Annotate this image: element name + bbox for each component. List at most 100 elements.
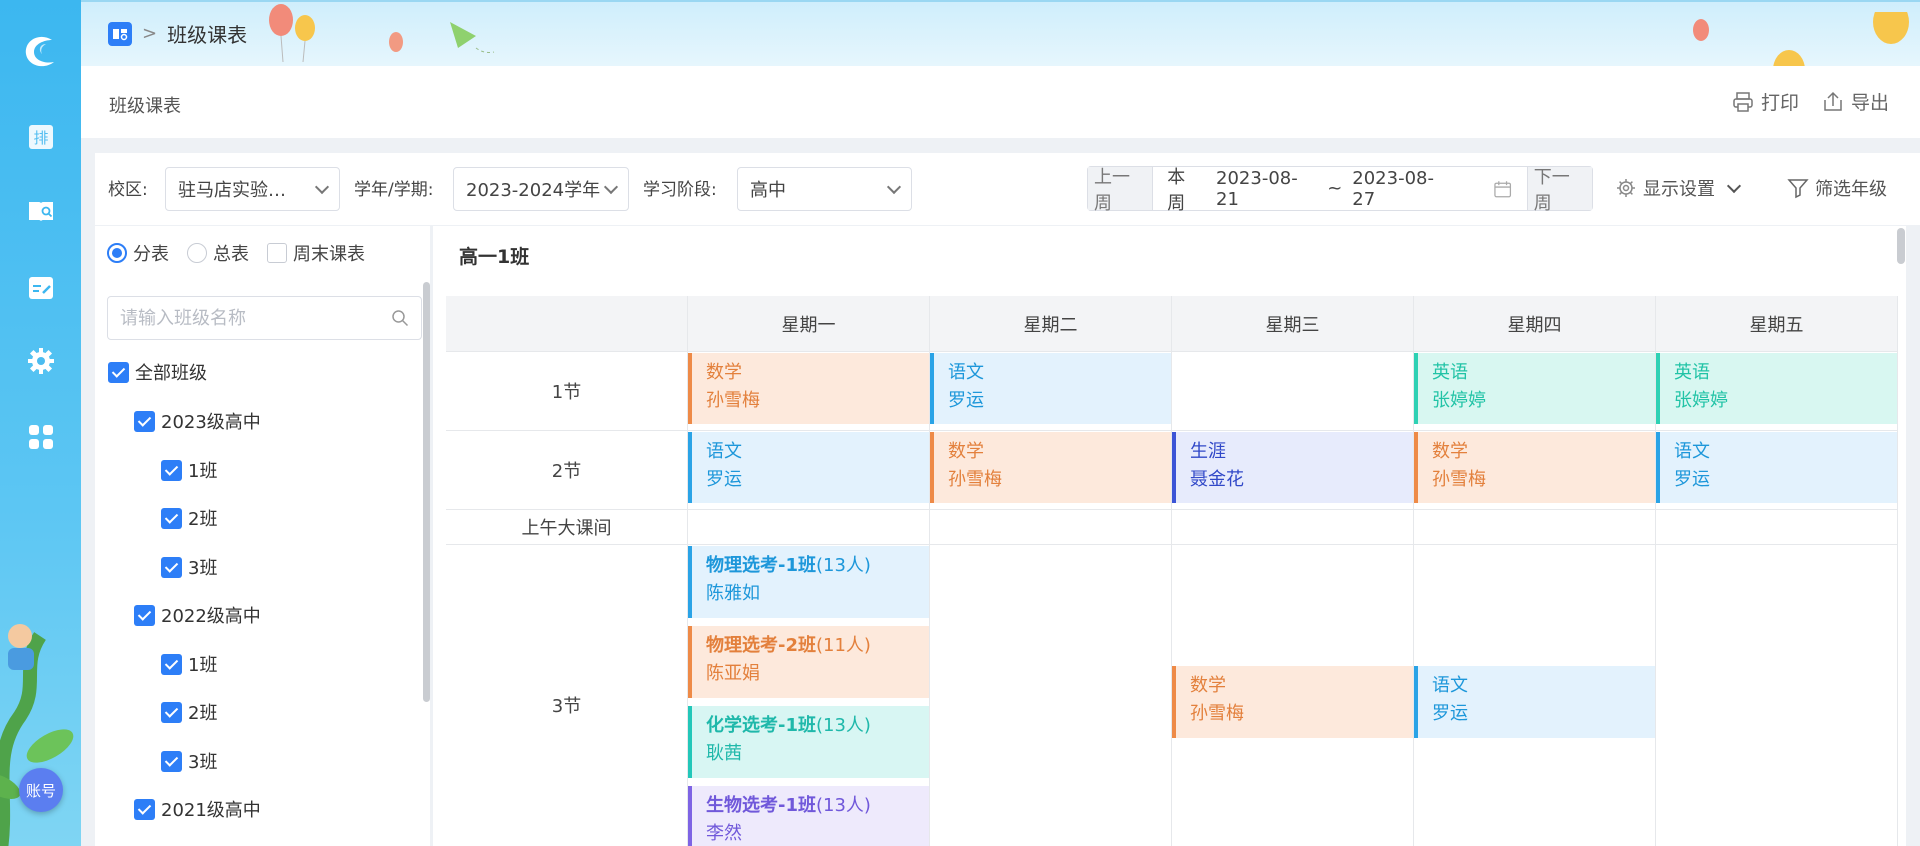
tree-node-label: 1班 (188, 461, 218, 482)
tree-node-class[interactable]: 1班 (161, 651, 217, 677)
period-label: 2节 (446, 431, 688, 510)
lesson-subject: 数学 (1432, 441, 1468, 462)
breadcrumb-separator: > (142, 23, 158, 44)
printer-icon (1733, 91, 1753, 112)
display-settings-button[interactable]: 显示设置 (1615, 175, 1742, 201)
lesson-card[interactable]: 语文 罗运 (1414, 666, 1655, 738)
lesson-card[interactable]: 生涯 聂金花 (1172, 432, 1413, 503)
tree-node-class[interactable]: 2班 (161, 505, 217, 531)
class-timetable-icon[interactable] (26, 196, 56, 226)
lesson-teacher: 聂金花 (1190, 469, 1244, 490)
chevron-down-icon (1726, 178, 1742, 194)
lesson-subject: 英语 (1674, 362, 1710, 383)
lesson-subject: 语文 (1432, 675, 1468, 696)
stage-select[interactable]: 高中 (737, 167, 912, 211)
radio-split-table[interactable] (107, 243, 127, 263)
day-header: 星期五 (1656, 296, 1898, 352)
lesson-card[interactable]: 英语 张婷婷 (1656, 353, 1897, 424)
checkbox-checked[interactable] (134, 798, 155, 820)
weekend-checkbox[interactable] (267, 243, 287, 263)
elective-lesson-card[interactable]: 物理选考-1班(13人) 陈雅如 (688, 546, 929, 618)
mode-label-total: 总表 (213, 244, 249, 265)
elective-lesson-card[interactable]: 化学选考-1班(13人) 耿茜 (688, 706, 929, 778)
tree-node-class[interactable]: 2班 (161, 699, 217, 725)
tree-node-grade-2021[interactable]: 2021级高中 (134, 796, 261, 822)
export-label: 导出 (1851, 92, 1890, 114)
this-week-button[interactable]: 本周 (1167, 163, 1202, 215)
end-date[interactable]: 2023-08-27 (1352, 168, 1453, 210)
elective-lesson-card[interactable]: 生物选考-1班(13人) 李然 (688, 786, 929, 846)
lesson-card[interactable]: 语文 罗运 (688, 432, 929, 503)
elective-lesson-card[interactable]: 物理选考-2班(11人) 陈亚娟 (688, 626, 929, 698)
grid-cell[interactable] (1172, 352, 1414, 431)
lesson-subject: 语文 (948, 362, 984, 383)
app-logo[interactable] (18, 30, 62, 74)
lesson-card[interactable]: 数学 孙雪梅 (688, 353, 929, 424)
export-button[interactable]: 导出 (1821, 88, 1889, 115)
chevron-down-icon (314, 179, 330, 195)
term-select[interactable]: 2023-2024学年 (453, 167, 629, 211)
timetable-scrollbar[interactable] (1897, 228, 1905, 264)
print-button[interactable]: 打印 (1731, 88, 1799, 115)
grid-cell[interactable] (930, 545, 1172, 846)
schedule-icon[interactable]: 排 (26, 122, 56, 152)
edit-icon[interactable] (26, 273, 56, 303)
tree-node-label: 3班 (188, 752, 218, 773)
lesson-card[interactable]: 语文 罗运 (930, 353, 1171, 424)
prev-week-button[interactable]: 上一周 (1088, 167, 1154, 214)
class-timetable-home-icon[interactable] (108, 21, 132, 46)
lesson-teacher: 孙雪梅 (1190, 703, 1244, 724)
lesson-subject: 语文 (1674, 441, 1710, 462)
checkbox-checked[interactable] (161, 507, 182, 529)
search-icon[interactable] (391, 309, 409, 327)
lesson-card[interactable]: 语文 罗运 (1656, 432, 1897, 503)
lesson-card[interactable]: 数学 孙雪梅 (930, 432, 1171, 503)
radio-total-table[interactable] (187, 243, 207, 263)
checkbox-checked[interactable] (134, 604, 155, 626)
lesson-teacher: 孙雪梅 (1432, 469, 1486, 490)
apps-icon[interactable] (26, 422, 56, 452)
next-week-button[interactable]: 下一周 (1526, 167, 1592, 214)
lesson-teacher: 罗运 (948, 390, 984, 411)
grid-cell (1172, 510, 1414, 545)
grid-cell[interactable] (1656, 545, 1898, 846)
tree-node-class[interactable]: 1班 (161, 457, 217, 483)
campus-select[interactable]: 驻马店实验… (165, 167, 340, 211)
tree-node-grade-2022[interactable]: 2022级高中 (134, 602, 261, 628)
start-date[interactable]: 2023-08-21 (1216, 168, 1317, 210)
checkbox-checked[interactable] (134, 410, 155, 432)
checkbox-checked[interactable] (161, 653, 182, 675)
settings-icon[interactable] (26, 346, 56, 376)
lesson-card[interactable]: 英语 张婷婷 (1414, 353, 1655, 424)
checkbox-checked[interactable] (161, 459, 182, 481)
checkbox-checked[interactable] (161, 701, 182, 723)
left-nav-rail: 排 账号 (0, 0, 81, 846)
calendar-icon[interactable] (1493, 179, 1512, 199)
lesson-teacher: 孙雪梅 (948, 469, 1002, 490)
tree-node-all-classes[interactable]: 全部班级 (108, 359, 207, 385)
paper-plane-decoration (450, 22, 495, 53)
checkbox-checked[interactable] (161, 750, 182, 772)
lesson-card[interactable]: 数学 孙雪梅 (1172, 666, 1413, 738)
checkbox-checked[interactable] (108, 361, 129, 383)
filter-bar: 校区: 驻马店实验… 学年/学期: 2023-2024学年 学习阶段: 高中 上… (95, 153, 1920, 225)
week-picker: 上一周 本周 2023-08-21 ~ 2023-08-27 下一周 (1087, 166, 1593, 214)
tree-node-class[interactable]: 3班 (161, 554, 217, 580)
checkbox-checked[interactable] (161, 556, 182, 578)
filter-grade-button[interactable]: 筛选年级 (1787, 175, 1887, 201)
tree-node-class[interactable]: 3班 (161, 748, 217, 774)
lesson-card[interactable]: 数学 孙雪梅 (1414, 432, 1655, 503)
lesson-teacher: 李然 (706, 823, 742, 844)
tree-node-grade-2023[interactable]: 2023级高中 (134, 408, 261, 434)
account-button[interactable]: 账号 (19, 768, 63, 812)
lesson-subject: 英语 (1432, 362, 1468, 383)
lesson-teacher: 罗运 (1674, 469, 1710, 490)
lesson-subject: 语文 (706, 441, 742, 462)
period-label: 上午大课间 (446, 510, 688, 545)
term-label: 学年/学期: (354, 180, 434, 200)
tree-scrollbar[interactable] (423, 282, 430, 702)
lesson-subject: 物理选考-1班(13人) (706, 552, 929, 580)
campus-value: 驻马店实验… (178, 180, 286, 201)
class-search-input[interactable] (120, 307, 380, 329)
class-tree-panel: 分表 总表 周末课表 全部班级 2023级高中 1班 2班 3班 2022级高中… (95, 226, 430, 846)
